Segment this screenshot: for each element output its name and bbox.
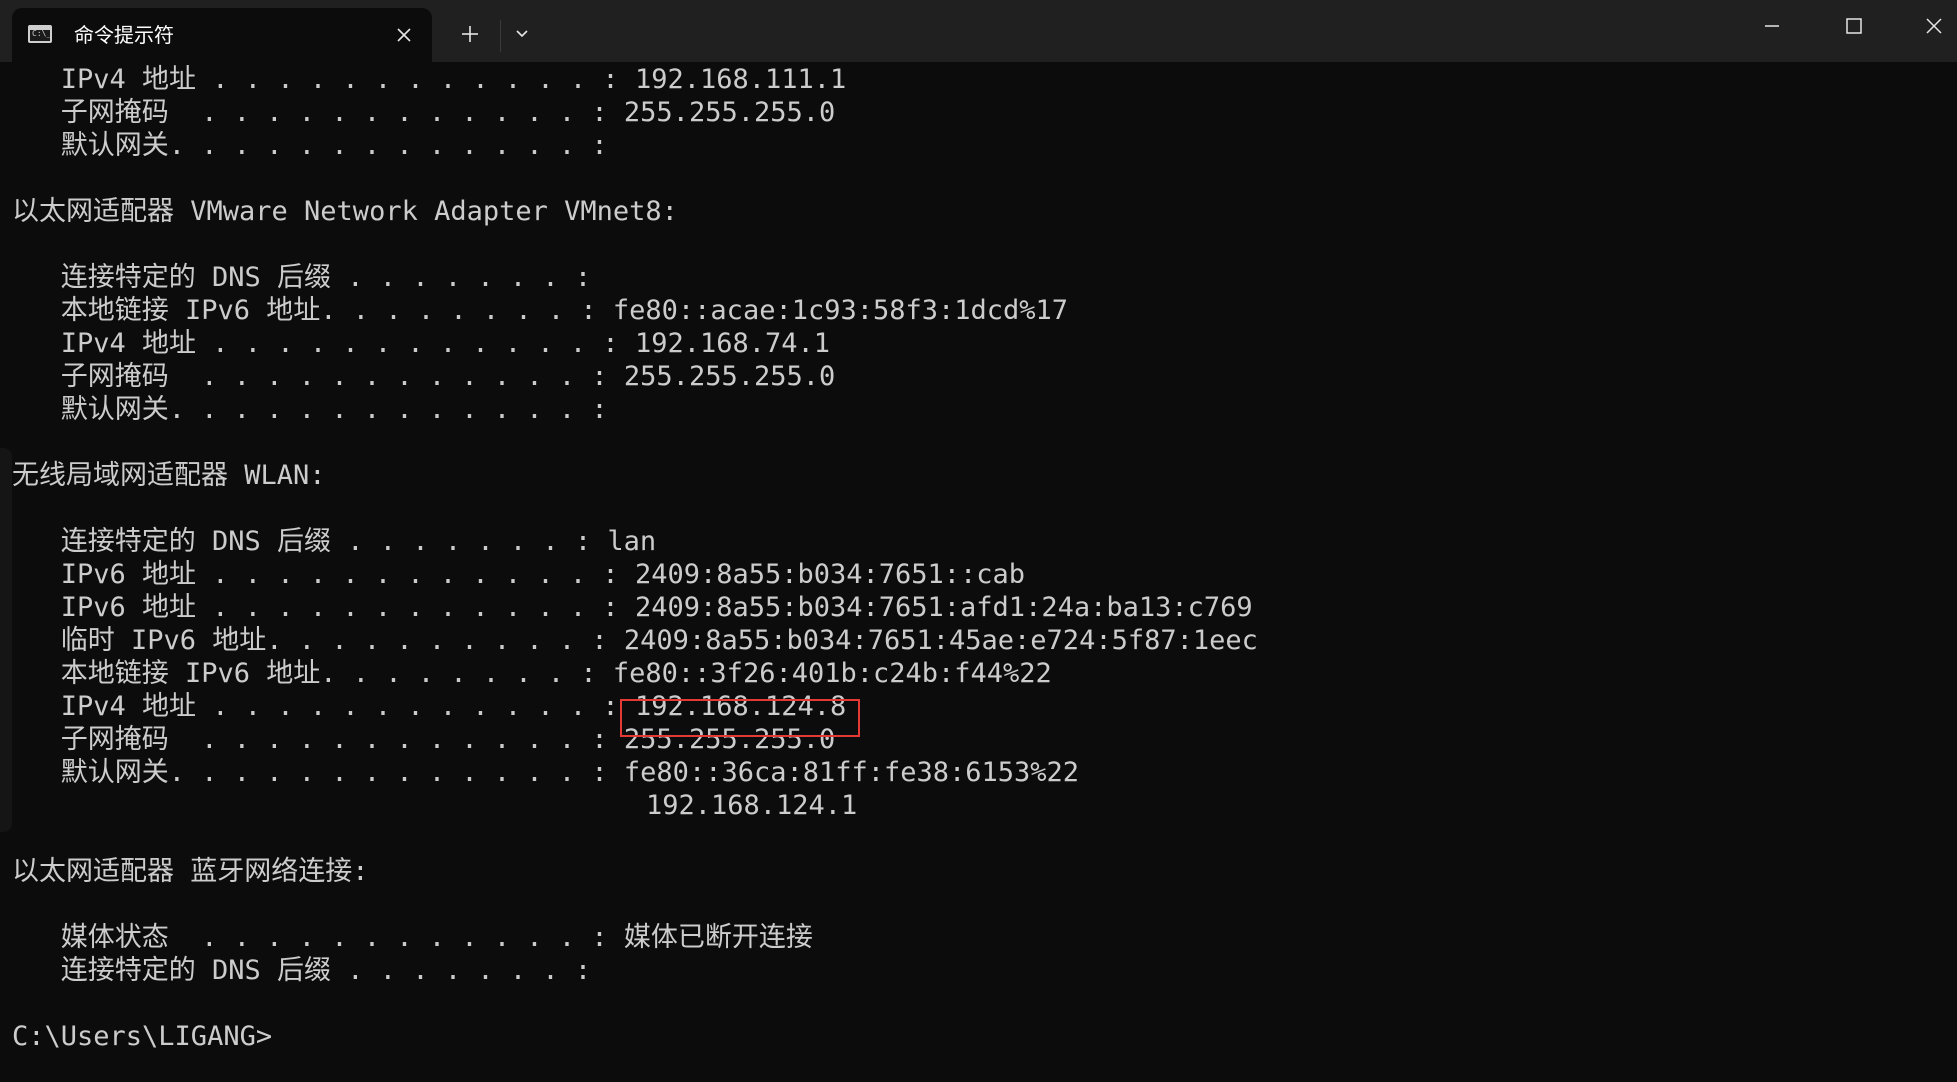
tab-close-button[interactable] bbox=[390, 21, 418, 49]
terminal-line: IPv6 地址 . . . . . . . . . . . . : 2409:8… bbox=[12, 592, 1253, 623]
terminal-line: 连接特定的 DNS 后缀 . . . . . . . : bbox=[12, 955, 592, 986]
terminal-line: 以太网适配器 蓝牙网络连接: bbox=[12, 856, 369, 887]
new-tab-button[interactable] bbox=[454, 18, 486, 50]
tab-title: 命令提示符 bbox=[74, 23, 174, 47]
terminal-line: 子网掩码 . . . . . . . . . . . . : 255.255.2… bbox=[12, 361, 836, 392]
terminal-line: 以太网适配器 VMware Network Adapter VMnet8: bbox=[12, 196, 678, 227]
cmd-icon: C:\_ bbox=[28, 25, 52, 43]
close-icon bbox=[1926, 18, 1942, 34]
terminal-line: 媒体状态 . . . . . . . . . . . . : 媒体已断开连接 bbox=[12, 922, 813, 953]
terminal-line: 无线局域网适配器 WLAN: bbox=[12, 460, 326, 491]
tab-dropdown-button[interactable] bbox=[508, 20, 536, 48]
tab-separator bbox=[500, 20, 501, 52]
maximize-button[interactable] bbox=[1838, 10, 1870, 42]
maximize-icon bbox=[1846, 18, 1862, 34]
chevron-down-icon bbox=[516, 30, 528, 38]
terminal-line: 默认网关. . . . . . . . . . . . . : fe80::36… bbox=[12, 757, 1080, 788]
close-icon bbox=[397, 28, 411, 42]
terminal-line: 本地链接 IPv6 地址. . . . . . . . : fe80::3f26… bbox=[12, 658, 1052, 689]
terminal-line: 子网掩码 . . . . . . . . . . . . : 255.255.2… bbox=[12, 97, 836, 128]
terminal-line: 本地链接 IPv6 地址. . . . . . . . : fe80::acae… bbox=[12, 295, 1069, 326]
minimize-button[interactable] bbox=[1756, 10, 1788, 42]
terminal-line: 临时 IPv6 地址. . . . . . . . . . : 2409:8a5… bbox=[12, 625, 1258, 656]
background-window-edge bbox=[0, 448, 12, 832]
terminal-line: IPv4 地址 . . . . . . . . . . . . : 192.16… bbox=[12, 64, 847, 95]
terminal-line: 192.168.124.1 bbox=[12, 790, 858, 821]
terminal-line: 默认网关. . . . . . . . . . . . . : bbox=[12, 130, 608, 161]
tab-command-prompt[interactable]: C:\_ 命令提示符 bbox=[12, 8, 432, 62]
command-prompt-line[interactable]: C:\Users\LIGANG> bbox=[12, 1020, 272, 1053]
terminal-line: 连接特定的 DNS 后缀 . . . . . . . : lan bbox=[12, 526, 657, 557]
terminal-line: IPv4 地址 . . . . . . . . . . . . : 192.16… bbox=[12, 328, 831, 359]
title-bar: C:\_ 命令提示符 bbox=[0, 0, 1957, 62]
terminal-line: IPv6 地址 . . . . . . . . . . . . : 2409:8… bbox=[12, 559, 1026, 590]
minimize-icon bbox=[1765, 25, 1779, 27]
window-close-button[interactable] bbox=[1918, 10, 1950, 42]
terminal-line: 默认网关. . . . . . . . . . . . . : bbox=[12, 394, 608, 425]
terminal-output[interactable]: IPv4 地址 . . . . . . . . . . . . : 192.16… bbox=[0, 62, 1957, 1082]
terminal-line: 连接特定的 DNS 后缀 . . . . . . . : bbox=[12, 262, 592, 293]
plus-icon bbox=[462, 26, 478, 42]
ipv4-highlight-box bbox=[620, 699, 860, 737]
